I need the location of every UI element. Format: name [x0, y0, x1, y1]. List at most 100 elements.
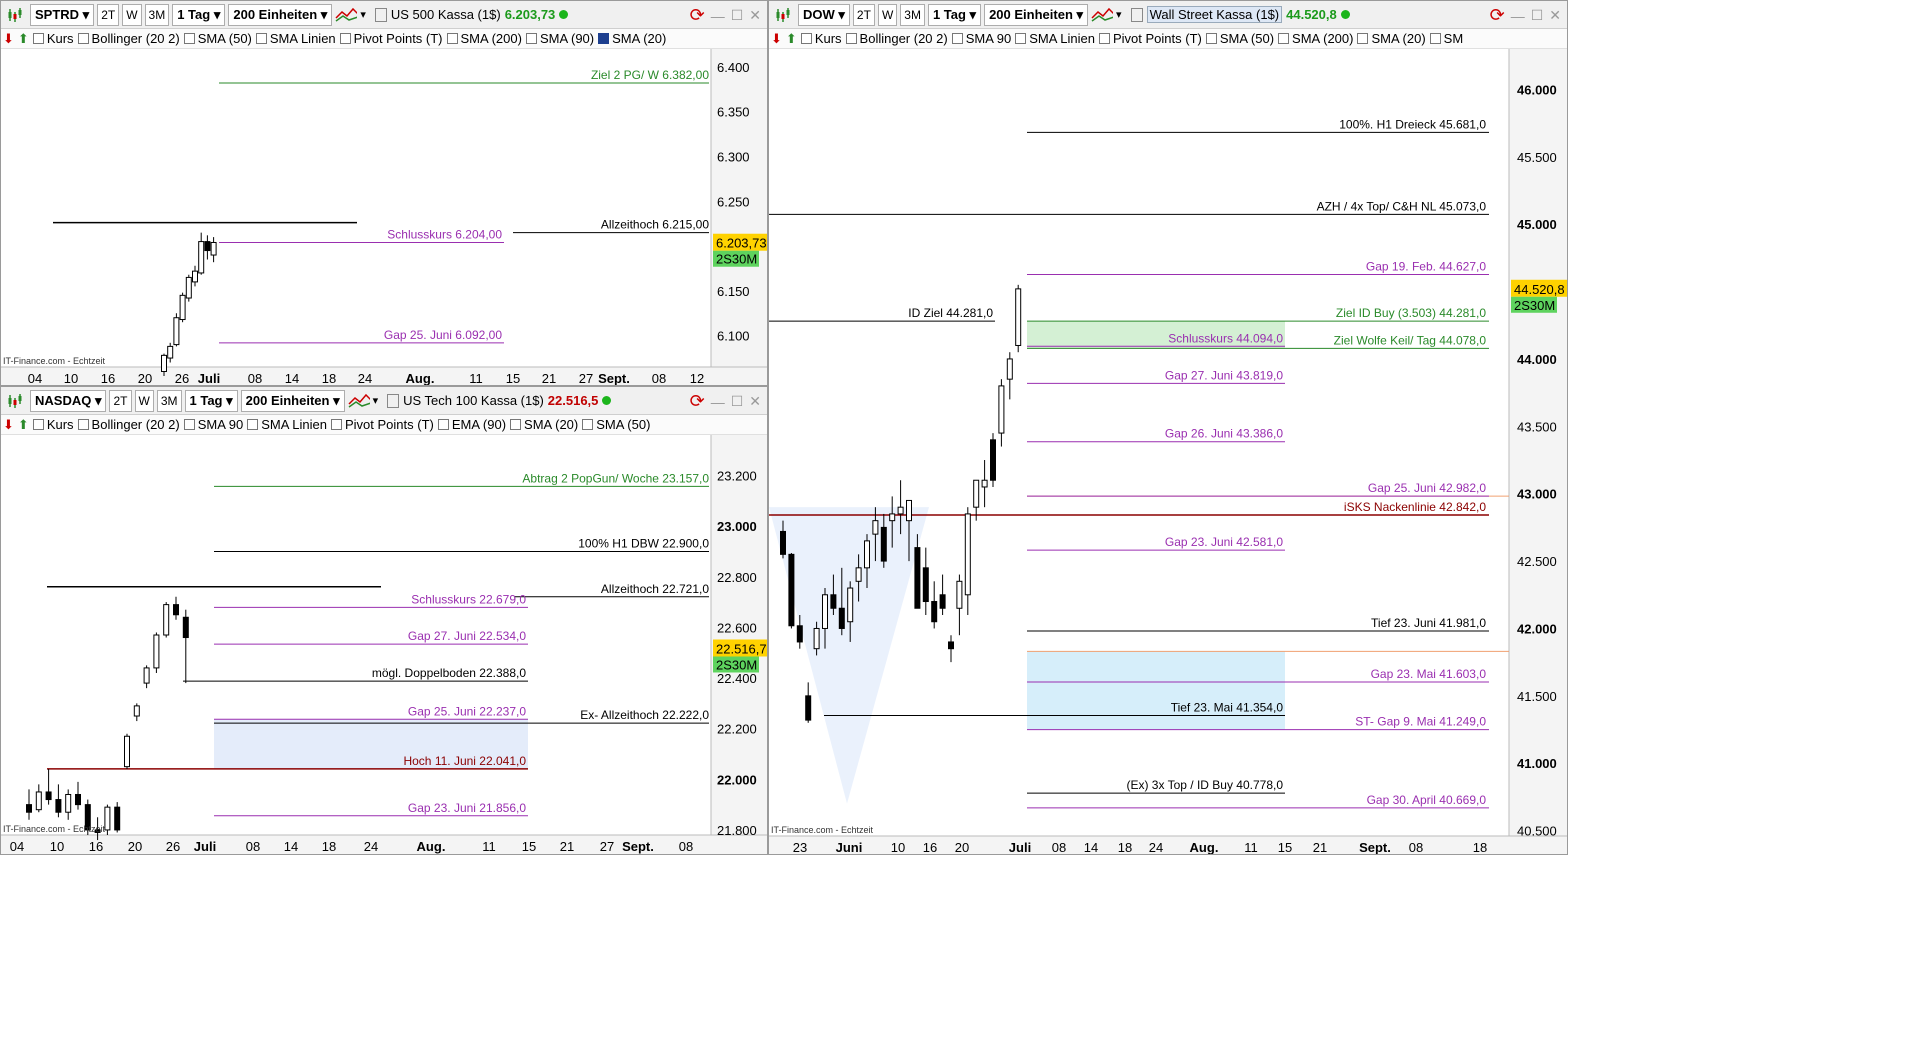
chevron-down-icon[interactable]: ▾: [373, 394, 379, 407]
level-label: Ex- Allzeithoch 22.222,0: [580, 708, 709, 722]
indicator-sma90[interactable]: SMA (90): [525, 31, 594, 46]
indicator-sma-linien[interactable]: SMA Linien: [247, 417, 327, 432]
down-arrow-icon[interactable]: ⬇: [3, 31, 14, 47]
indicator-sma200[interactable]: SMA (200): [1278, 31, 1353, 46]
indicator-label: Kurs: [814, 31, 842, 46]
close-icon[interactable]: ✕: [749, 7, 761, 24]
symbol-select[interactable]: NASDAQ ▾: [30, 389, 107, 412]
y-tick-label: 45.500: [1517, 150, 1557, 165]
indicator-icon[interactable]: [1091, 4, 1114, 26]
chevron-down-icon[interactable]: ▾: [360, 8, 366, 21]
level-label: Gap 23. Mai 41.603,0: [1371, 667, 1487, 681]
chevron-down-icon[interactable]: ▾: [1116, 8, 1122, 21]
indicator-kurs[interactable]: Kurs: [32, 31, 74, 46]
period-3m[interactable]: 3M: [156, 389, 182, 412]
indicator-sma-linien[interactable]: SMA Linien: [255, 31, 336, 46]
chart-dow[interactable]: 40.500 41.000 41.500 42.000 42.500 43.000 43.5…: [769, 49, 1567, 855]
checkbox-icon: [1278, 33, 1290, 44]
interval-select[interactable]: 1 Tag ▾: [184, 389, 238, 412]
indicator-sma50[interactable]: SMA (50): [1205, 31, 1274, 46]
period-2t[interactable]: 2T: [852, 3, 875, 26]
info-icon[interactable]: [374, 7, 387, 22]
candle-body: [922, 567, 929, 603]
interval-select[interactable]: 1 Tag ▾: [172, 3, 226, 26]
indicator-sma90[interactable]: SMA 90: [951, 31, 1011, 46]
minimize-icon[interactable]: —: [711, 394, 725, 410]
indicator-sma-linien[interactable]: SMA Linien: [1015, 31, 1095, 46]
indicator-sma200[interactable]: SMA (200): [446, 31, 522, 46]
checkbox-icon: [77, 33, 89, 44]
units-select[interactable]: 200 Einheiten ▾: [984, 3, 1089, 26]
indicator-sma20[interactable]: SMA (20): [1357, 31, 1426, 46]
x-tick-label: 15: [506, 371, 520, 385]
candles-icon[interactable]: [5, 390, 27, 412]
up-arrow-icon[interactable]: ⬆: [786, 31, 797, 47]
indicator-bollinger[interactable]: Bollinger (20 2): [845, 31, 948, 46]
period-3m[interactable]: 3M: [900, 3, 925, 26]
indicator-sma50[interactable]: SMA (50): [582, 417, 650, 432]
indicator-sma90[interactable]: SMA 90: [183, 417, 243, 432]
indicator-ema90[interactable]: EMA (90): [437, 417, 506, 432]
units-select[interactable]: 200 Einheiten ▾: [228, 3, 333, 26]
maximize-icon[interactable]: ☐: [731, 393, 744, 410]
up-arrow-icon[interactable]: ⬆: [18, 31, 29, 47]
level-label: Gap 25. Juni 42.982,0: [1368, 481, 1486, 495]
x-tick-label: 08: [1409, 840, 1423, 855]
candle-body: [75, 793, 81, 806]
period-w[interactable]: W: [877, 3, 898, 26]
indicator-pivot[interactable]: Pivot Points (T): [339, 31, 443, 46]
indicator-pivot[interactable]: Pivot Points (T): [1099, 31, 1202, 46]
indicator-sma20[interactable]: SMA (20): [598, 31, 666, 46]
indicator-icon[interactable]: [335, 4, 358, 26]
indicator-bollinger[interactable]: Bollinger (20 2): [77, 417, 180, 432]
symbol-select[interactable]: DOW ▾: [798, 3, 850, 26]
indicator-icon[interactable]: [348, 390, 370, 412]
maximize-icon[interactable]: ☐: [731, 7, 744, 24]
up-arrow-icon[interactable]: ⬆: [18, 417, 29, 433]
symbol-select[interactable]: SPTRD ▾: [30, 3, 95, 26]
period-3m[interactable]: 3M: [144, 3, 170, 26]
close-icon[interactable]: ✕: [749, 393, 761, 410]
candle-body: [161, 354, 167, 372]
down-arrow-icon[interactable]: ⬇: [771, 31, 782, 47]
period-2t[interactable]: 2T: [109, 389, 132, 412]
refresh-icon[interactable]: ⟳: [690, 391, 705, 412]
info-icon[interactable]: [387, 393, 400, 408]
indicator-sma20[interactable]: SMA (20): [510, 417, 578, 432]
period-w[interactable]: W: [134, 389, 154, 412]
indicator-sma50[interactable]: SMA (50): [183, 31, 252, 46]
period-2t[interactable]: 2T: [97, 3, 120, 26]
period-w[interactable]: W: [122, 3, 142, 26]
candle-body: [931, 601, 938, 623]
x-tick-label: 24: [364, 839, 378, 854]
indicator-pivot[interactable]: Pivot Points (T): [331, 417, 434, 432]
candle-body: [198, 241, 205, 274]
level-label: Gap 19. Feb. 44.627,0: [1366, 259, 1486, 273]
interval-select[interactable]: 1 Tag ▾: [927, 3, 982, 26]
minimize-icon[interactable]: —: [711, 8, 725, 24]
chart-sptrd[interactable]: 6.100 6.150 6.250 6.300 6.350 6.400 04 10 16 20 26…: [1, 49, 767, 385]
candle-body: [1006, 358, 1013, 380]
down-arrow-icon[interactable]: ⬇: [3, 417, 14, 433]
candle-body: [864, 540, 870, 569]
refresh-icon[interactable]: ⟳: [1490, 5, 1505, 26]
checkbox-icon: [32, 419, 44, 430]
candles-icon[interactable]: [773, 4, 795, 26]
x-tick-label: 21: [560, 839, 574, 854]
indicator-bollinger[interactable]: Bollinger (20 2): [77, 31, 180, 46]
indicator-label: SMA Linien: [269, 31, 336, 46]
maximize-icon[interactable]: ☐: [1531, 7, 1544, 24]
indicator-sm[interactable]: SM: [1429, 31, 1463, 46]
checkbox-icon: [1015, 33, 1027, 44]
info-icon[interactable]: [1130, 7, 1143, 22]
close-icon[interactable]: ✕: [1549, 7, 1561, 24]
refresh-icon[interactable]: ⟳: [690, 5, 705, 26]
chart-nasdaq[interactable]: 21.800 22.000 22.200 22.400 22.600 22.800 23.0…: [1, 435, 767, 854]
candles-icon[interactable]: [5, 4, 27, 26]
indicator-kurs[interactable]: Kurs: [800, 31, 842, 46]
indicator-kurs[interactable]: Kurs: [32, 417, 74, 432]
level-label: Ziel Wolfe Keil/ Tag 44.078,0: [1334, 333, 1487, 347]
minimize-icon[interactable]: —: [1511, 8, 1525, 24]
units-select[interactable]: 200 Einheiten ▾: [240, 389, 345, 412]
y-tick-label: 44.000: [1517, 352, 1557, 367]
